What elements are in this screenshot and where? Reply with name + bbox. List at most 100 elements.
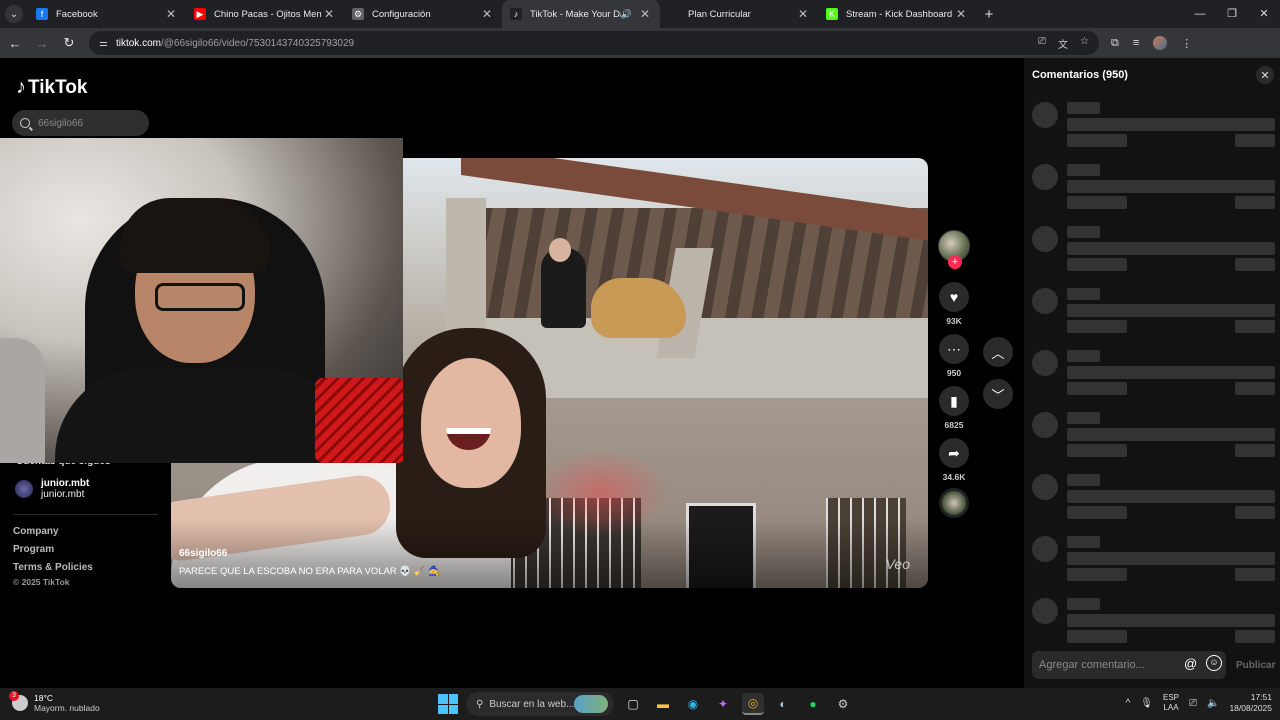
creator-avatar-button[interactable]: + — [936, 230, 972, 269]
previous-video-button[interactable]: ︿ — [983, 337, 1013, 367]
footer-link-program[interactable]: Program — [13, 544, 54, 555]
close-comments-button[interactable]: ✕ — [1256, 66, 1274, 84]
skeleton-block — [1067, 258, 1127, 271]
share-button[interactable]: ➦ 34.6K — [936, 438, 972, 482]
browser-tab[interactable]: Plan Curricular ✕ — [660, 0, 818, 28]
close-tab-icon[interactable]: ✕ — [954, 7, 968, 21]
address-bar[interactable]: ⚌ tiktok.com/@66sigilo66/video/753014374… — [89, 31, 1099, 55]
tab-audio-icon[interactable]: 🔊 — [621, 9, 632, 20]
volume-icon[interactable]: 🔈 — [1207, 698, 1219, 709]
browser-tab[interactable]: ▶ Chino Pacas - Ojitos Mentirosos✕ — [186, 0, 344, 28]
profile-avatar[interactable] — [1153, 36, 1168, 50]
file-explorer-icon[interactable]: ▬ — [652, 693, 674, 715]
video-author[interactable]: 66sigilo66 — [179, 548, 227, 559]
browser-tab[interactable]: ⚙ Configuración ✕ — [344, 0, 502, 28]
bookmark-star-icon[interactable]: ☆ — [1080, 36, 1089, 51]
follow-plus-icon[interactable]: + — [948, 255, 962, 269]
like-button[interactable]: ♥ 93K — [936, 282, 972, 326]
site-info-icon[interactable]: ⚌ — [99, 38, 108, 49]
tab-label: Configuración — [372, 8, 431, 20]
browser-tab[interactable]: f Facebook ✕ — [28, 0, 186, 28]
edge-icon[interactable]: ◉ — [682, 693, 704, 715]
comment-skeleton — [1032, 288, 1276, 336]
mention-icon[interactable]: @ — [1184, 656, 1197, 671]
skeleton-block — [1067, 180, 1275, 193]
steam-icon[interactable]: ◐ — [772, 693, 794, 715]
emoji-icon[interactable]: ☺ — [1206, 655, 1222, 671]
microphone-icon[interactable]: 🎙 — [1140, 698, 1153, 709]
close-window-button[interactable]: ✕ — [1248, 0, 1280, 28]
spotify-icon[interactable]: ● — [802, 693, 824, 715]
footer-link-terms[interactable]: Terms & Policies — [13, 562, 93, 573]
save-count: 6825 — [944, 420, 964, 430]
tab-label: Stream - Kick Dashboard — [846, 8, 953, 20]
tab-label: TikTok - Make Your Day — [530, 8, 621, 20]
chrome-icon[interactable]: ◎ — [742, 693, 764, 715]
back-button[interactable]: ← — [3, 36, 27, 51]
comment-count: 950 — [946, 368, 962, 378]
comment-skeleton — [1032, 412, 1276, 460]
video-bottom-shade — [171, 518, 928, 588]
skeleton-block — [1235, 196, 1275, 209]
minimize-button[interactable]: — — [1184, 0, 1216, 28]
tab-search-button[interactable]: ⌄ — [0, 0, 28, 28]
sound-disc-button[interactable] — [936, 488, 972, 518]
tiktok-logo[interactable]: ♪ TikTok — [16, 76, 87, 99]
account-name: junior.mbt — [41, 478, 90, 489]
footer-link-company[interactable]: Company — [13, 526, 59, 537]
reload-button[interactable]: ↻ — [57, 35, 81, 51]
webcam-background-object — [0, 338, 45, 463]
close-tab-icon[interactable]: ✕ — [164, 7, 178, 21]
network-icon[interactable]: ⎚ — [1189, 698, 1197, 709]
copilot-icon[interactable]: ✦ — [712, 693, 734, 715]
close-tab-icon[interactable]: ✕ — [638, 7, 652, 21]
account-avatar — [15, 480, 33, 498]
close-tab-icon[interactable]: ✕ — [796, 7, 810, 21]
search-icon: ⚲ — [476, 698, 484, 710]
windows-start-icon[interactable] — [438, 694, 458, 714]
followed-account[interactable]: junior.mbt junior.mbt — [15, 478, 89, 500]
skeleton-block — [1067, 506, 1127, 519]
tab-label: Facebook — [56, 8, 98, 20]
close-tab-icon[interactable]: ✕ — [322, 7, 336, 21]
browser-tab[interactable]: K Stream - Kick Dashboard ✕ — [818, 0, 976, 28]
skeleton-block — [1067, 118, 1275, 131]
comment-skeleton — [1032, 474, 1276, 522]
weather-widget[interactable]: 3 18°C Mayorm. nublado — [9, 691, 100, 713]
comment-button[interactable]: ⋯ 950 — [936, 334, 972, 378]
gear-icon: ⚙ — [352, 8, 364, 20]
post-comment-button[interactable]: Publicar — [1236, 660, 1275, 671]
skeleton-block — [1067, 474, 1100, 486]
browser-menu-icon[interactable]: ⋮ — [1181, 37, 1192, 50]
weather-desc: Mayorm. nublado — [34, 703, 100, 713]
skeleton-block — [1032, 412, 1058, 438]
account-handle: junior.mbt — [41, 489, 85, 500]
install-app-icon[interactable]: ⎚ — [1038, 36, 1046, 51]
settings-app-icon[interactable]: ⚙ — [832, 693, 854, 715]
video-watermark: Veo — [885, 556, 910, 572]
skeleton-block — [1067, 536, 1100, 548]
close-tab-icon[interactable]: ✕ — [480, 7, 494, 21]
task-view-icon[interactable]: ▢ — [622, 693, 644, 715]
restore-button[interactable]: ❐ — [1216, 0, 1248, 28]
share-count: 34.6K — [942, 472, 966, 482]
next-video-button[interactable]: ﹀ — [983, 379, 1013, 409]
sidebar-divider — [13, 514, 158, 515]
language-indicator[interactable]: ESP LAA — [1163, 693, 1179, 713]
chevron-up-icon[interactable]: ^ — [1126, 698, 1131, 709]
youtube-icon: ▶ — [194, 8, 206, 20]
comments-panel: Comentarios (950) ✕ @ ☺ Publicar — [1024, 58, 1280, 688]
media-controls-icon[interactable]: ≡ — [1133, 37, 1139, 49]
extensions-icon[interactable]: ⧉ — [1111, 37, 1119, 50]
clock[interactable]: 17:51 18/08/2025 — [1229, 692, 1272, 714]
forward-button[interactable]: → — [30, 36, 54, 51]
new-tab-button[interactable]: + — [976, 6, 1002, 23]
browser-tab[interactable]: ♪ TikTok - Make Your Day 🔊 ✕ — [502, 0, 660, 28]
translate-icon[interactable]: 文 — [1058, 36, 1068, 51]
taskbar-search[interactable]: ⚲ Buscar en la web... — [466, 692, 614, 716]
save-button[interactable]: ▮ 6825 — [936, 386, 972, 430]
video-caption: PARECE QUE LA ESCOBA NO ERA PARA VOLAR 💀… — [179, 566, 441, 577]
search-input[interactable]: 66sigilo66 — [12, 110, 149, 136]
skeleton-block — [1032, 288, 1058, 314]
comment-bubble-icon: ⋯ — [939, 334, 969, 364]
